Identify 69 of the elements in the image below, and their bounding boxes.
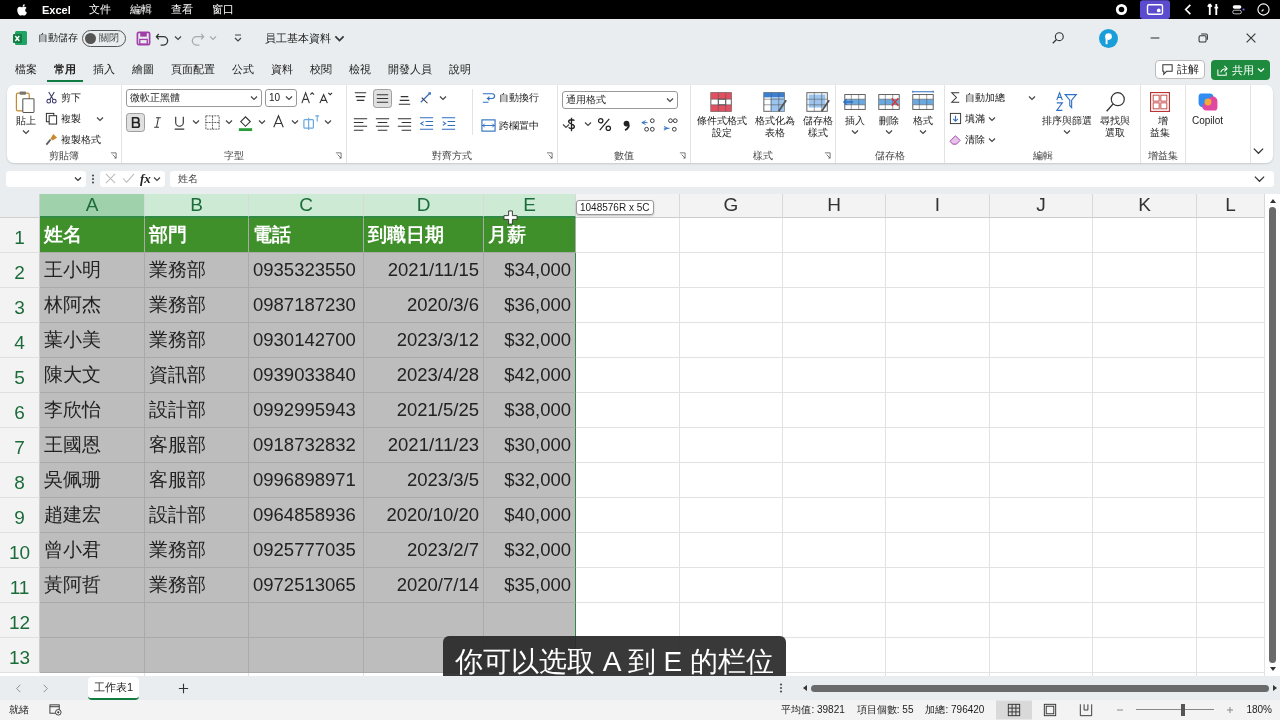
table-cell: 0996898971 xyxy=(249,462,364,498)
table-cell: 2023/3/12 xyxy=(364,322,484,358)
table-cell: 陳大文 xyxy=(40,357,145,393)
table-cell: 0992995943 xyxy=(249,392,364,428)
table-header-cell: 電話 xyxy=(249,217,364,253)
table-cell: 趙建宏 xyxy=(40,497,145,533)
table-cell: $34,000 xyxy=(484,252,576,288)
group-label: 增益集 xyxy=(1148,148,1178,163)
table-cell: $32,000 xyxy=(484,532,576,568)
group-label: 編輯 xyxy=(1032,148,1053,163)
table-cell: 2021/11/23 xyxy=(364,427,484,463)
table-cell: $35,000 xyxy=(484,567,576,603)
table-cell: 客服部 xyxy=(145,427,249,463)
table-cell: $30,000 xyxy=(484,427,576,463)
table-cell: 2021/5/25 xyxy=(364,392,484,428)
sum-value: 加總: 796420 xyxy=(925,703,985,717)
table-cell: 0939033840 xyxy=(249,357,364,393)
group-label: 數值 xyxy=(614,148,634,163)
table-header-cell: 月薪 xyxy=(484,217,576,253)
table-cell: 0972513065 xyxy=(249,567,364,603)
table-cell: 曾小君 xyxy=(40,532,145,568)
table-cell: 業務部 xyxy=(145,322,249,358)
table-cell: 王國恩 xyxy=(40,427,145,463)
table-header-cell: 到職日期 xyxy=(364,217,484,253)
table-cell: $32,000 xyxy=(484,462,576,498)
status-text: 就緒 xyxy=(9,703,29,717)
table-cell: 0925777035 xyxy=(249,532,364,568)
group-label: 樣式 xyxy=(753,148,773,163)
video-caption: 你可以选取 A 到 E 的栏位 xyxy=(443,635,786,677)
table-cell: 0930142700 xyxy=(249,322,364,358)
table-cell: 2020/7/14 xyxy=(364,567,484,603)
count-value: 項目個數: 55 xyxy=(856,703,914,717)
table-header-cell: 姓名 xyxy=(40,217,145,253)
table-cell: 李欣怡 xyxy=(40,392,145,428)
table-cell: 設計部 xyxy=(145,392,249,428)
table-cell: 吳佩珊 xyxy=(40,462,145,498)
table-cell: $40,000 xyxy=(484,497,576,533)
table-cell: 業務部 xyxy=(145,532,249,568)
table-cell: 業務部 xyxy=(145,287,249,323)
table-cell: 資訊部 xyxy=(145,357,249,393)
group-label: 字型 xyxy=(224,148,244,163)
table-cell: $36,000 xyxy=(484,287,576,323)
table-cell: 黃阿哲 xyxy=(40,567,145,603)
table-cell: 0964858936 xyxy=(249,497,364,533)
table-cell: 葉小美 xyxy=(40,322,145,358)
table-cell: 0987187230 xyxy=(249,287,364,323)
table-cell: $42,000 xyxy=(484,357,576,393)
table-cell: 業務部 xyxy=(145,252,249,288)
group-label: 剪貼簿 xyxy=(49,148,79,163)
table-cell: 2020/3/6 xyxy=(364,287,484,323)
table-cell: $38,000 xyxy=(484,392,576,428)
table-cell: 業務部 xyxy=(145,567,249,603)
average-value: 平均值: 39821 xyxy=(781,703,845,717)
group-label: 對齊方式 xyxy=(432,148,472,163)
table-cell: 2023/3/5 xyxy=(364,462,484,498)
table-cell: $32,000 xyxy=(484,322,576,358)
table-cell: 設計部 xyxy=(145,497,249,533)
table-cell: 2023/2/7 xyxy=(364,532,484,568)
table-cell: 2020/10/20 xyxy=(364,497,484,533)
table-cell: 客服部 xyxy=(145,462,249,498)
table-cell: 王小明 xyxy=(40,252,145,288)
table-header-cell: 部門 xyxy=(145,217,249,253)
autosave-label: 自動儲存 xyxy=(38,31,78,46)
table-cell: 0935323550 xyxy=(249,252,364,288)
table-cell: 林阿杰 xyxy=(40,287,145,323)
table-cell: 0918732832 xyxy=(249,427,364,463)
table-cell: 2021/11/15 xyxy=(364,252,484,288)
table-cell: 2023/4/28 xyxy=(364,357,484,393)
group-label: 儲存格 xyxy=(875,148,905,163)
